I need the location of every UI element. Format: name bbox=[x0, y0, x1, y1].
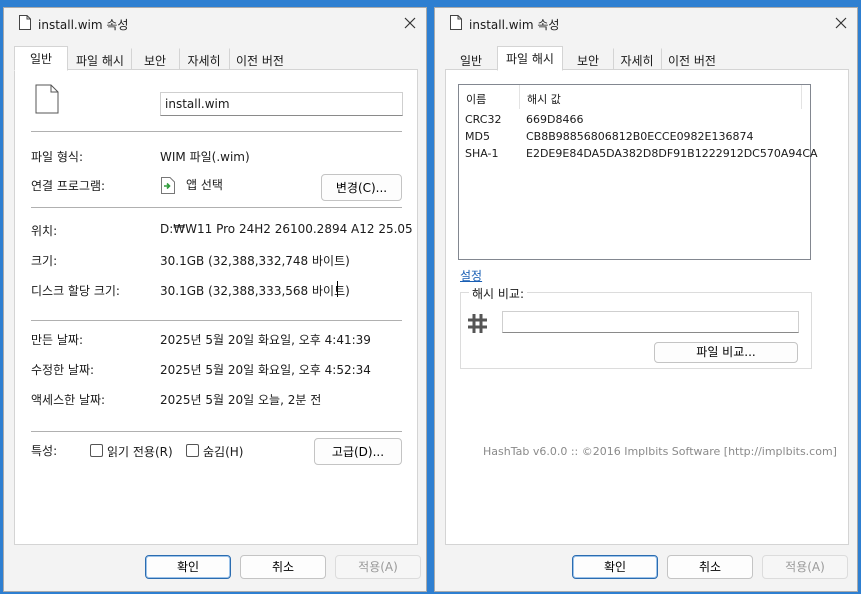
readonly-label[interactable]: 읽기 전용(R) bbox=[107, 443, 173, 460]
hash-row-value: E2DE9E84DA5DA382D8DF91B1222912DC570A94CA bbox=[526, 147, 818, 160]
general-panel: install.wim 파일 형식: WIM 파일(.wim) 연결 프로그램:… bbox=[14, 69, 418, 545]
tab-security[interactable]: 보안 bbox=[563, 48, 613, 70]
file-icon bbox=[450, 15, 462, 30]
hash-row-name: CRC32 bbox=[465, 113, 502, 126]
hidden-label[interactable]: 숨김(H) bbox=[203, 443, 243, 460]
tab-previous-versions[interactable]: 이전 버전 bbox=[661, 48, 723, 70]
cancel-button[interactable]: 취소 bbox=[667, 555, 753, 579]
tab-file-hash[interactable]: 파일 해시 bbox=[69, 48, 131, 70]
tab-previous-versions[interactable]: 이전 버전 bbox=[229, 48, 291, 70]
change-button[interactable]: 변경(C)... bbox=[321, 174, 402, 201]
ok-button[interactable]: 확인 bbox=[572, 555, 658, 579]
hashtab-footer: HashTab v6.0.0 :: ©2016 Implbits Softwar… bbox=[483, 445, 837, 458]
file-icon bbox=[19, 15, 31, 30]
accessed-label: 액세스한 날짜: bbox=[31, 393, 106, 407]
ok-button[interactable]: 확인 bbox=[145, 555, 231, 579]
tab-details[interactable]: 자세히 bbox=[179, 48, 229, 70]
file-type-label: 파일 형식: bbox=[31, 150, 84, 164]
hidden-checkbox[interactable] bbox=[186, 444, 199, 457]
divider bbox=[31, 431, 402, 432]
file-type-value: WIM 파일(.wim) bbox=[160, 150, 250, 164]
tab-general[interactable]: 일반 bbox=[445, 48, 497, 70]
size-value: 30.1GB (32,388,332,748 바이트) bbox=[160, 254, 350, 268]
tab-file-hash[interactable]: 파일 해시 bbox=[497, 46, 563, 71]
text-cursor bbox=[337, 281, 338, 297]
location-value: D:₩W11 Pro 24H2 26100.2894 A12 25.05 bbox=[160, 222, 413, 236]
created-label: 만든 날짜: bbox=[31, 333, 84, 347]
size-on-disk-value: 30.1GB (32,388,333,568 바이트) bbox=[160, 284, 350, 298]
attributes-label: 특성: bbox=[31, 444, 58, 458]
apply-button[interactable]: 적용(A) bbox=[335, 555, 421, 579]
hash-row-name: MD5 bbox=[465, 130, 490, 143]
properties-window-file-hash: install.wim 속성 일반 파일 해시 보안 자세히 이전 버전 이름 … bbox=[434, 7, 858, 592]
column-header-name[interactable]: 이름 bbox=[459, 85, 520, 109]
size-on-disk-label: 디스크 할당 크기: bbox=[31, 284, 120, 298]
size-label: 크기: bbox=[31, 254, 58, 268]
app-select-icon bbox=[161, 177, 175, 194]
apply-button[interactable]: 적용(A) bbox=[762, 555, 848, 579]
modified-label: 수정한 날짜: bbox=[31, 363, 95, 377]
readonly-checkbox[interactable] bbox=[90, 444, 103, 457]
file-hash-panel: 이름 해시 값 CRC32 669D8466 MD5 CB8B988568068… bbox=[445, 69, 849, 545]
tab-details[interactable]: 자세히 bbox=[613, 48, 661, 70]
hash-compare-input[interactable] bbox=[502, 311, 799, 333]
close-icon[interactable] bbox=[400, 13, 420, 33]
title-bar[interactable]: install.wim 속성 bbox=[435, 8, 857, 38]
divider bbox=[31, 320, 402, 321]
settings-link[interactable]: 설정 bbox=[460, 267, 482, 284]
properties-window-general: install.wim 속성 일반 파일 해시 보안 자세히 이전 버전 ins… bbox=[3, 7, 427, 592]
hash-compare-label: 해시 비교: bbox=[469, 285, 528, 302]
hash-row-name: SHA-1 bbox=[465, 147, 499, 160]
hash-icon bbox=[468, 314, 487, 333]
location-label: 위치: bbox=[31, 224, 58, 238]
accessed-value: 2025년 5월 20일 오늘, 2분 전 bbox=[160, 393, 322, 407]
column-header-hash[interactable]: 해시 값 bbox=[520, 85, 802, 109]
compare-file-button[interactable]: 파일 비교... bbox=[654, 342, 798, 363]
window-title: install.wim 속성 bbox=[469, 18, 560, 32]
file-icon bbox=[35, 84, 59, 114]
title-bar[interactable]: install.wim 속성 bbox=[4, 8, 426, 38]
close-icon[interactable] bbox=[831, 13, 851, 33]
hash-list[interactable]: 이름 해시 값 CRC32 669D8466 MD5 CB8B988568068… bbox=[458, 84, 818, 260]
tab-security[interactable]: 보안 bbox=[131, 48, 179, 70]
created-value: 2025년 5월 20일 화요일, 오후 4:41:39 bbox=[160, 333, 371, 347]
filename-field[interactable]: install.wim bbox=[160, 92, 403, 116]
cancel-button[interactable]: 취소 bbox=[240, 555, 326, 579]
hash-row-value: 669D8466 bbox=[526, 113, 584, 126]
hash-row-value: CB8B98856806812B0ECCE0982E136874 bbox=[526, 130, 754, 143]
window-title: install.wim 속성 bbox=[38, 18, 129, 32]
opens-with-label: 연결 프로그램: bbox=[31, 179, 106, 193]
divider bbox=[31, 207, 402, 208]
opens-with-value: 앱 선택 bbox=[186, 178, 223, 192]
advanced-button[interactable]: 고급(D)... bbox=[314, 438, 402, 465]
modified-value: 2025년 5월 20일 화요일, 오후 4:52:34 bbox=[160, 363, 371, 377]
divider bbox=[31, 131, 402, 132]
tab-general[interactable]: 일반 bbox=[14, 46, 68, 71]
